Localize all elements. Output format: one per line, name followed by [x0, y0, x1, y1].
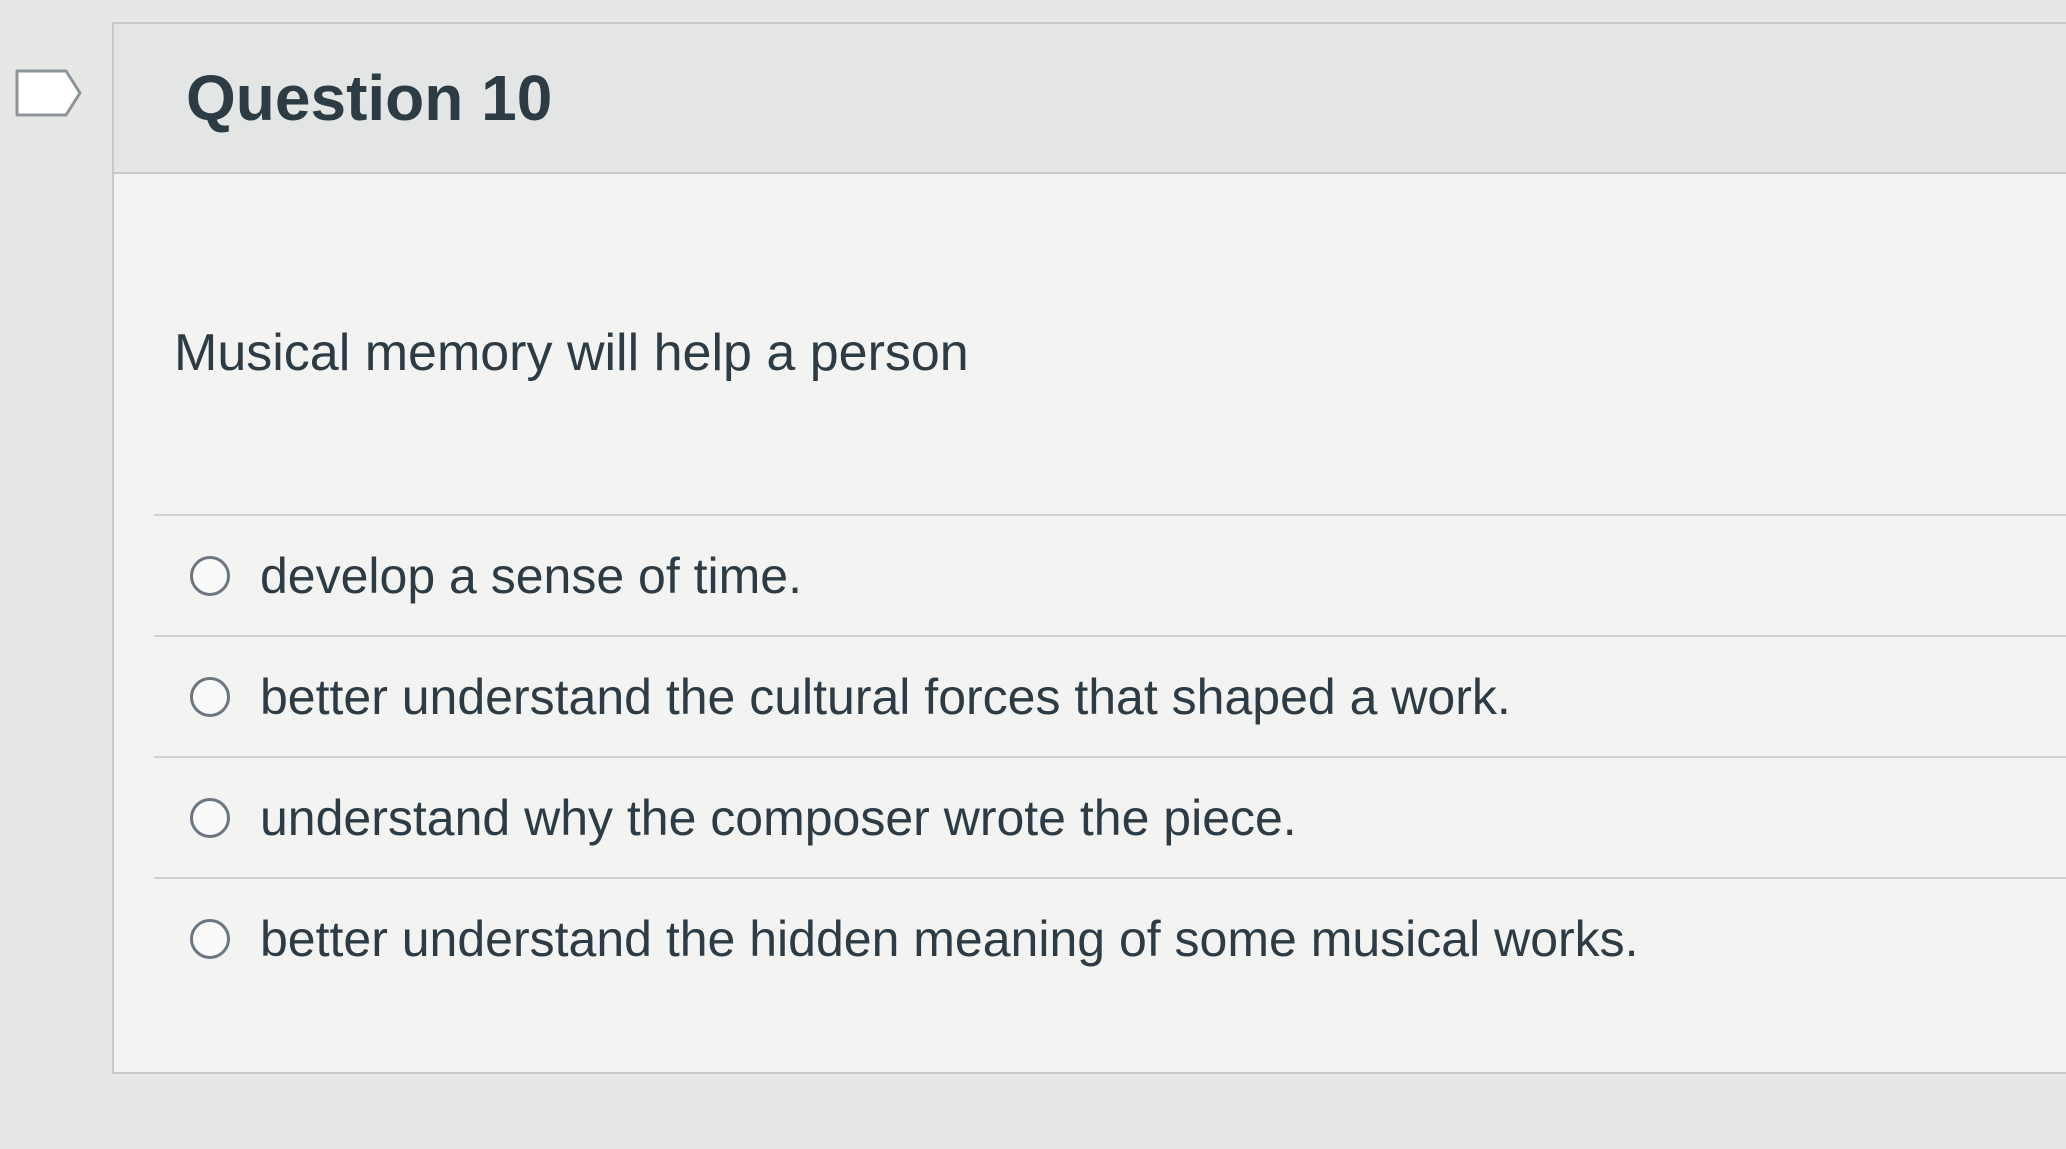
answer-label[interactable]: understand why the composer wrote the pi… — [260, 788, 1297, 848]
radio-button[interactable] — [190, 555, 230, 596]
flag-question-icon[interactable] — [14, 68, 84, 118]
answer-label[interactable]: develop a sense of time. — [260, 546, 802, 606]
answer-option[interactable]: develop a sense of time. — [154, 514, 2066, 635]
radio-button[interactable] — [190, 797, 230, 838]
question-prompt: Musical memory will help a person — [174, 324, 969, 382]
radio-button[interactable] — [190, 676, 230, 717]
answer-option[interactable]: better understand the cultural forces th… — [154, 635, 2066, 756]
answer-label[interactable]: better understand the hidden meaning of … — [260, 909, 1639, 969]
question-card: Question 10 Musical memory will help a p… — [112, 22, 2066, 1074]
answer-label[interactable]: better understand the cultural forces th… — [260, 667, 1511, 727]
answer-option[interactable]: better understand the hidden meaning of … — [154, 877, 2066, 998]
question-title: Question 10 — [186, 62, 553, 134]
answer-option[interactable]: understand why the composer wrote the pi… — [154, 756, 2066, 877]
radio-button[interactable] — [190, 918, 230, 959]
answer-list: develop a sense of time. better understa… — [154, 514, 2066, 998]
question-header: Question 10 — [114, 24, 2066, 174]
